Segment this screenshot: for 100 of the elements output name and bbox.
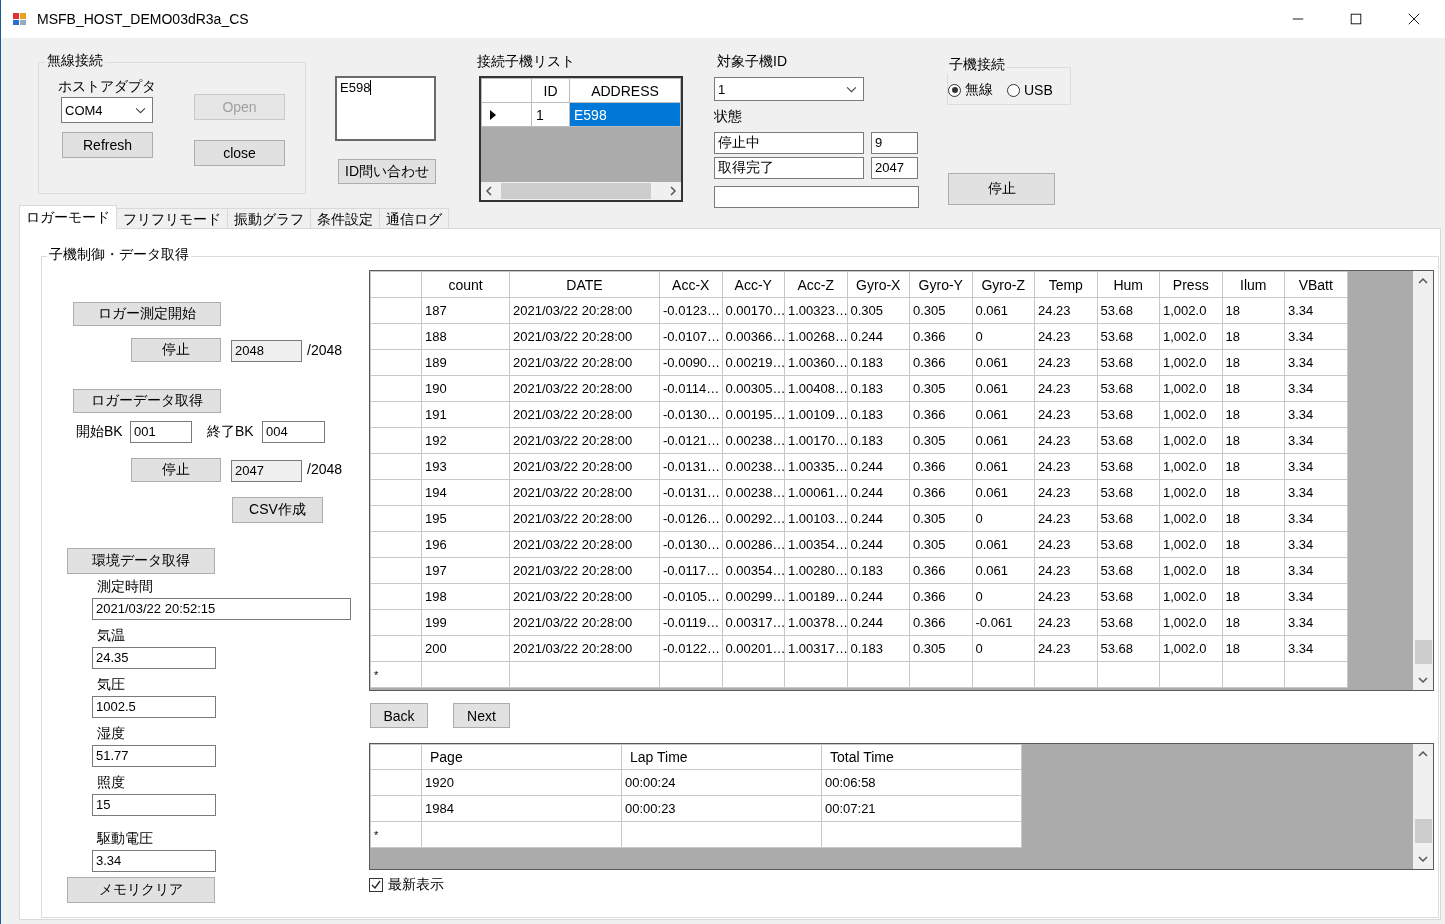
tab[interactable]: フリフリモード (117, 208, 228, 229)
table-cell: 00:00:23 (621, 795, 822, 822)
tab[interactable]: 条件設定 (311, 208, 380, 229)
table-cell: 1920 (421, 769, 622, 796)
stop-button[interactable]: 停止 (131, 338, 221, 362)
table-cell: 00:07:21 (821, 795, 1022, 822)
field-label: 駆動電圧 (96, 829, 154, 848)
radio-button[interactable]: USB (1007, 82, 1053, 98)
column-header[interactable]: Gyro-X (847, 271, 910, 298)
target-id-dropdown[interactable]: 1 (714, 77, 864, 101)
column-header[interactable]: count (421, 271, 510, 298)
close-icon[interactable] (1407, 12, 1421, 26)
field-label: 湿度 (96, 724, 126, 743)
table-cell[interactable]: E598 (569, 102, 681, 127)
start-block-label: 開始BK (76, 423, 123, 441)
tab[interactable]: 通信ログ (380, 208, 449, 229)
device-list-label: 接続子機リスト (477, 53, 575, 71)
column-header[interactable]: Page (421, 744, 622, 770)
column-header[interactable]: Ilum (1222, 271, 1285, 298)
scroll-left-icon[interactable] (485, 186, 493, 196)
scroll-up-icon[interactable] (1418, 277, 1428, 285)
scroll-right-icon[interactable] (669, 186, 677, 196)
logger-fetch-button[interactable]: ロガーデータ取得 (73, 389, 221, 413)
end-block-field[interactable]: 004 (262, 421, 325, 443)
column-header[interactable]: Gyro-Z (972, 271, 1035, 298)
vertical-scrollbar[interactable] (1413, 271, 1433, 690)
table-cell: 00:06:58 (821, 769, 1022, 796)
id-input-field[interactable]: E598 (335, 76, 436, 141)
port-dropdown[interactable]: COM4 (61, 97, 153, 123)
scroll-thumb[interactable] (1414, 819, 1432, 843)
status-field[interactable]: 停止中 (714, 132, 864, 154)
status-count-field[interactable]: 2047 (871, 157, 918, 179)
value-field[interactable]: 15 (92, 794, 216, 816)
next-button[interactable]: Next (453, 703, 510, 728)
env-data-button[interactable]: 環境データ取得 (67, 548, 215, 574)
id-query-button[interactable]: ID問い合わせ (338, 159, 436, 184)
progress-field[interactable]: 2048 (231, 340, 302, 362)
app-icon (12, 11, 28, 27)
column-header[interactable]: DATE (509, 271, 660, 298)
column-header[interactable]: Temp (1034, 271, 1097, 298)
message-field[interactable] (714, 186, 919, 208)
table-cell: 187 (421, 297, 510, 324)
column-header[interactable]: Gyro-Y (909, 271, 972, 298)
table-cell: 189 (421, 349, 510, 376)
scroll-down-icon[interactable] (1418, 676, 1428, 684)
stop-button[interactable]: 停止 (948, 173, 1055, 205)
table-cell: 2021/03/22 20:28:00 (509, 297, 660, 324)
total-label: /2048 (307, 461, 343, 477)
table-cell: 2021/03/22 20:28:00 (509, 479, 660, 506)
start-block-field[interactable]: 001 (130, 421, 192, 443)
column-header[interactable]: ADDRESS (569, 78, 681, 103)
value-field[interactable]: 51.77 (92, 745, 216, 767)
table-cell: 193 (421, 453, 510, 480)
table-cell: 2021/03/22 20:28:00 (509, 401, 660, 428)
back-button[interactable]: Back (370, 703, 428, 728)
checkbox-label: 最新表示 (388, 876, 444, 894)
column-header[interactable]: Acc-Z (784, 271, 847, 298)
column-header[interactable]: Press (1159, 271, 1222, 298)
radio-button[interactable]: 無線 (948, 81, 993, 99)
column-header[interactable]: Acc-X (659, 271, 722, 298)
group-title: 子機制御・データ取得 (47, 246, 191, 264)
column-header[interactable]: Total Time (821, 744, 1022, 770)
column-header[interactable]: ID (531, 78, 570, 103)
value-field[interactable]: 1002.5 (92, 696, 216, 718)
refresh-button[interactable]: Refresh (62, 132, 153, 158)
status-label: 状態 (714, 108, 742, 126)
table-cell: 2021/03/22 20:28:00 (509, 375, 660, 402)
scroll-thumb[interactable] (501, 183, 651, 199)
csv-button[interactable]: CSV作成 (232, 497, 323, 523)
column-header[interactable]: Lap Time (621, 744, 822, 770)
memory-clear-button[interactable]: メモリクリア (67, 877, 215, 903)
column-header[interactable]: Hum (1097, 271, 1160, 298)
status-field[interactable]: 取得完了 (714, 157, 864, 179)
table-cell: 2021/03/22 20:28:00 (509, 349, 660, 376)
horizontal-scrollbar[interactable] (481, 182, 681, 200)
scroll-down-icon[interactable] (1418, 855, 1428, 863)
maximize-icon[interactable] (1349, 12, 1363, 26)
close-button[interactable]: close (194, 140, 285, 166)
table-cell: 2021/03/22 20:28:00 (509, 635, 660, 662)
new-row-marker: * (370, 821, 422, 848)
table-cell: 191 (421, 401, 510, 428)
vertical-scrollbar[interactable] (1413, 744, 1433, 869)
checkbox[interactable] (369, 878, 383, 892)
value-field[interactable]: 2021/03/22 20:52:15 (92, 598, 351, 620)
table-cell: 00:00:24 (621, 769, 822, 796)
scroll-up-icon[interactable] (1418, 750, 1428, 758)
field-label: 気圧 (96, 675, 126, 694)
logger-start-button[interactable]: ロガー測定開始 (73, 302, 221, 326)
tab[interactable]: 振動グラフ (228, 208, 311, 229)
value-field[interactable]: 3.34 (92, 850, 216, 872)
scroll-thumb[interactable] (1414, 640, 1432, 664)
tab[interactable]: ロガーモード (19, 205, 117, 229)
stop-button[interactable]: 停止 (131, 458, 221, 482)
column-header[interactable]: VBatt (1284, 271, 1347, 298)
value-field[interactable]: 24.35 (92, 647, 216, 669)
table-cell: 196 (421, 531, 510, 558)
column-header[interactable]: Acc-Y (722, 271, 785, 298)
table-cell: 2021/03/22 20:28:00 (509, 609, 660, 636)
status-count-field[interactable]: 9 (871, 132, 918, 154)
progress-field[interactable]: 2047 (231, 460, 302, 482)
